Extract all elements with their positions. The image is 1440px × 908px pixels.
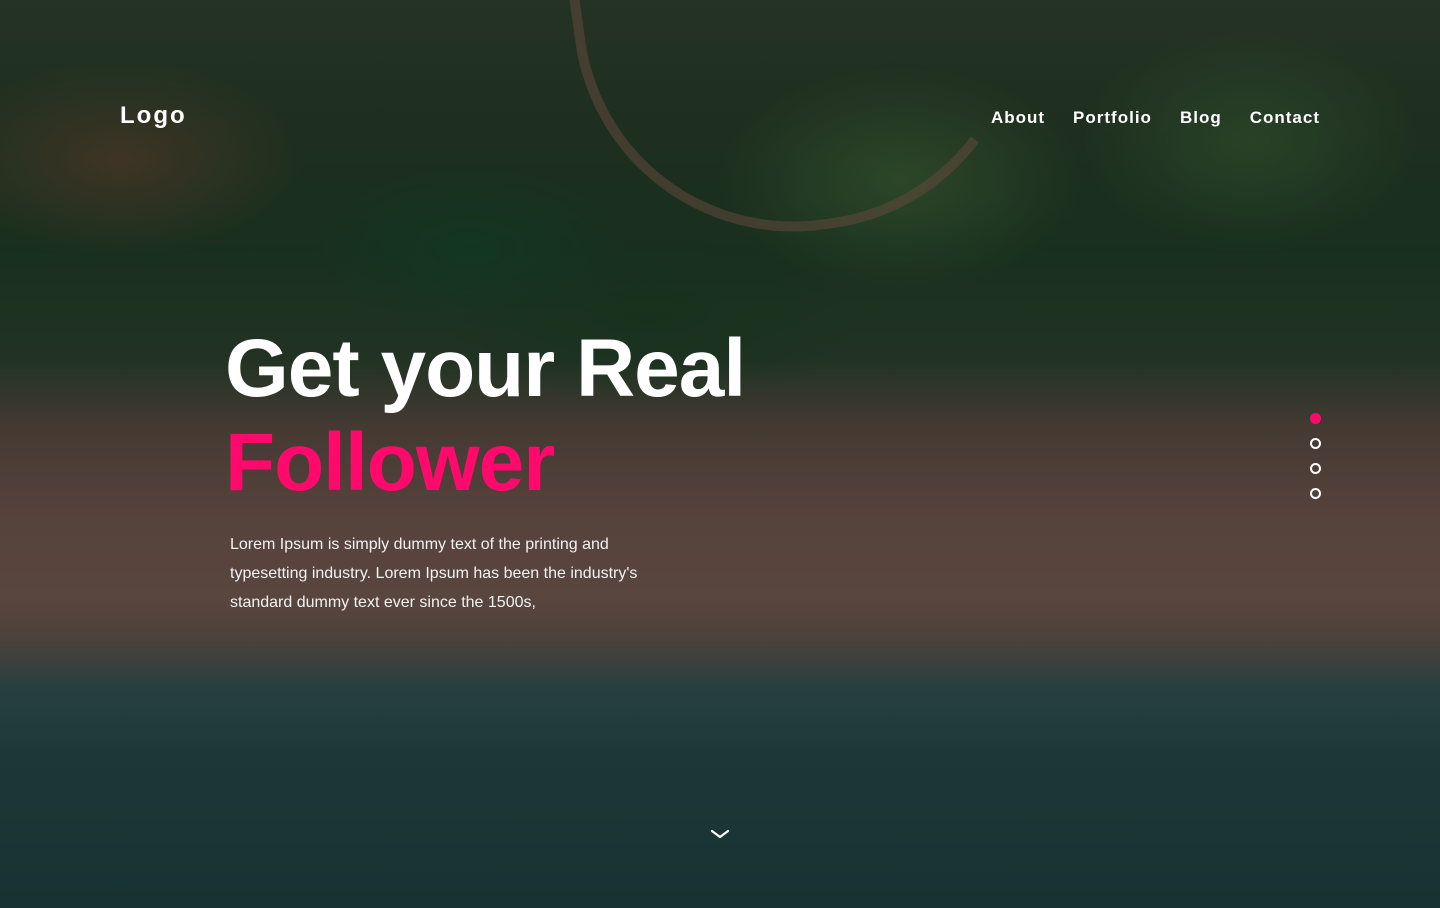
headline-line-2-accent: Follower bbox=[225, 417, 555, 508]
main-nav: About Portfolio Blog Contact bbox=[991, 108, 1320, 128]
logo[interactable]: Logo bbox=[120, 102, 187, 130]
nav-item-portfolio[interactable]: Portfolio bbox=[1073, 108, 1152, 128]
headline-line-1: Get your Real bbox=[225, 323, 746, 414]
nav-item-contact[interactable]: Contact bbox=[1250, 108, 1320, 128]
slide-dot-1[interactable] bbox=[1310, 413, 1321, 424]
hero-section: Logo About Portfolio Blog Contact Get yo… bbox=[0, 0, 1440, 908]
hero-description: Lorem Ipsum is simply dummy text of the … bbox=[230, 536, 638, 611]
nav-item-about[interactable]: About bbox=[991, 108, 1045, 128]
slide-dot-2[interactable] bbox=[1310, 438, 1321, 449]
slide-dot-3[interactable] bbox=[1310, 463, 1321, 474]
slide-pagination bbox=[1310, 413, 1321, 499]
chevron-down-icon[interactable] bbox=[708, 822, 732, 846]
slide-dot-4[interactable] bbox=[1310, 488, 1321, 499]
hero-headline: Get your Real Follower bbox=[225, 322, 746, 510]
nav-item-blog[interactable]: Blog bbox=[1180, 108, 1222, 128]
